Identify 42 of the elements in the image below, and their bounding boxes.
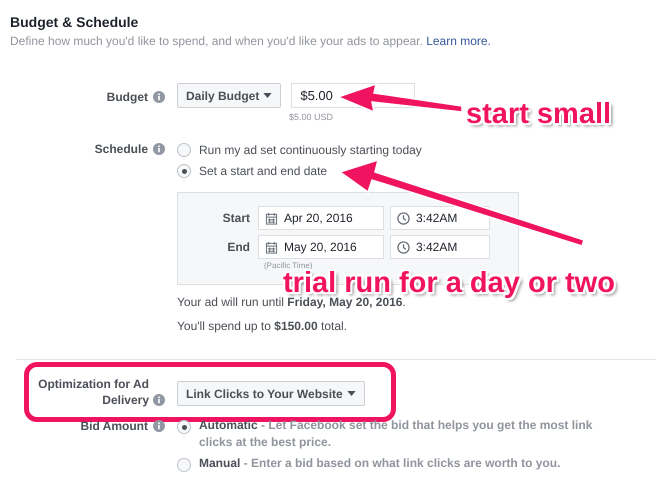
schedule-summary: Your ad will run until Friday, May 20, 2016. <box>177 295 407 309</box>
annotation-text: start small <box>466 98 612 131</box>
info-icon[interactable] <box>153 394 165 406</box>
schedule-label: Schedule <box>94 142 148 156</box>
calendar-icon <box>265 212 278 224</box>
budget-label: Budget <box>106 90 148 104</box>
radio-button[interactable] <box>177 420 191 434</box>
date-row-label: End <box>226 240 251 254</box>
radio-button[interactable] <box>177 458 191 472</box>
calendar-icon <box>265 240 278 254</box>
time-field[interactable]: 3:42AM <box>390 235 490 259</box>
caret-icon <box>346 391 356 396</box>
info-icon[interactable] <box>153 143 165 155</box>
info-icon[interactable] <box>153 420 165 432</box>
date-field[interactable]: Apr 20, 2016 <box>258 206 384 230</box>
time-field[interactable]: 3:42AM <box>390 206 490 230</box>
date-row-label: Start <box>222 211 251 225</box>
radio-button[interactable] <box>177 164 191 178</box>
schedule-summary: You'll spend up to $150.00 total. <box>177 319 348 333</box>
section-description: Define how much you'd like to spend, and when you'd like your ads to appear. <box>10 34 423 48</box>
date-field[interactable]: May 20, 2016 <box>258 235 384 259</box>
timezone-note: (Pacific Time) <box>264 261 314 270</box>
optimization-label: Optimization for Ad Delivery <box>37 376 149 408</box>
date-value: May 20, 2016 <box>284 240 357 254</box>
radio-label: Run my ad set continuously starting today <box>199 143 422 157</box>
time-value: 3:42AM <box>416 211 458 225</box>
optimization-dropdown[interactable]: Link Clicks to Your Website <box>177 381 365 406</box>
section-title: Budget & Schedule <box>10 14 140 30</box>
time-value: 3:42AM <box>416 240 458 254</box>
radio-label: Automatic - Let Facebook set the bid that helps you get the most link clicks at the best price. <box>199 417 594 451</box>
radio-button[interactable] <box>177 143 191 157</box>
radio-label: Manual - Enter a bid based on what link clicks are worth to you. <box>199 455 562 472</box>
budget-type-dropdown[interactable]: Daily Budget <box>177 83 282 108</box>
clock-icon <box>397 240 410 254</box>
currency-note: $5.00 USD <box>289 112 334 122</box>
bid-amount-label: Bid Amount <box>80 419 148 433</box>
clock-icon <box>397 212 410 224</box>
caret-icon <box>263 93 272 98</box>
learn-more-link[interactable]: Learn more. <box>426 34 491 48</box>
date-value: Apr 20, 2016 <box>284 211 353 225</box>
radio-label: Set a start and end date <box>199 164 328 178</box>
info-icon[interactable] <box>153 91 165 103</box>
